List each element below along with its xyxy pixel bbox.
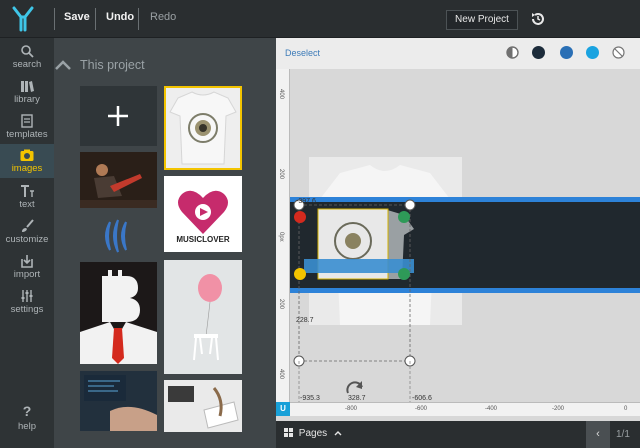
- nav-label: import: [13, 269, 41, 280]
- workspace-toolbar: Deselect: [276, 38, 640, 69]
- guitarist-image: [80, 152, 157, 208]
- nav-label: customize: [5, 234, 49, 245]
- brush-icon: [22, 219, 34, 232]
- nav-item-library[interactable]: library: [0, 75, 54, 109]
- nav-label: templates: [6, 129, 48, 140]
- project-heading-label: This project: [80, 58, 145, 72]
- chevron-up-icon: [55, 60, 71, 70]
- color-swatch[interactable]: [586, 46, 599, 59]
- musiclover-image-thumb[interactable]: MUSICLOVER: [164, 176, 242, 252]
- sliders-icon: [21, 290, 33, 302]
- workspace: Deselect -397.6 228.7 -935.3 328.7 -606.…: [276, 38, 640, 448]
- ruler-label: 400: [278, 89, 284, 100]
- steem-logo-icon: [105, 219, 127, 253]
- app-logo-icon[interactable]: [8, 5, 38, 33]
- nav-item-images[interactable]: images: [0, 144, 59, 178]
- nav-label: search: [12, 59, 42, 70]
- balloon-chair-image-thumb[interactable]: [164, 260, 242, 374]
- toolbar-divider: [95, 8, 96, 30]
- nav-item-search[interactable]: search: [0, 40, 54, 74]
- chevron-left-icon: ‹: [596, 428, 600, 440]
- pages-button[interactable]: Pages: [284, 428, 342, 439]
- nav-label: settings: [10, 304, 44, 315]
- nav-item-templates[interactable]: templates: [0, 110, 54, 144]
- bitcoin-suit-image-thumb[interactable]: [80, 262, 157, 364]
- grid-icon: [284, 428, 293, 437]
- ruler-label: -600: [415, 406, 428, 412]
- handle-label: 328.7: [348, 395, 366, 402]
- ruler-label: 0px: [278, 232, 284, 242]
- musiclover-label: MUSICLOVER: [176, 235, 230, 244]
- ruler-label: 200: [278, 299, 284, 310]
- u-badge[interactable]: U: [276, 402, 290, 416]
- bitcoin-suit-image: [80, 262, 157, 364]
- ruler-label: 400: [278, 369, 284, 380]
- new-project-button[interactable]: New Project: [446, 10, 518, 30]
- pages-bar: Pages ‹ 1/1: [276, 421, 640, 448]
- previous-page-button[interactable]: ‹: [586, 421, 610, 448]
- color-swatch[interactable]: [560, 46, 573, 59]
- nav-item-import[interactable]: import: [0, 250, 54, 284]
- text-icon: [21, 185, 34, 197]
- toolbar-divider: [138, 8, 139, 30]
- undo-button[interactable]: Undo: [106, 11, 134, 23]
- library-icon: [21, 81, 34, 92]
- ruler-label: -400: [485, 406, 498, 412]
- search-icon: [21, 45, 34, 58]
- no-color-icon[interactable]: [612, 46, 625, 59]
- nav-item-settings[interactable]: settings: [0, 285, 54, 319]
- sidebar-nav: search library templates images text cus…: [0, 38, 59, 448]
- images-panel: This project MUSICLOVER: [54, 38, 276, 448]
- horizontal-ruler: -800 -600 -400 -200 0: [290, 402, 640, 416]
- handle-label: -397.6: [296, 198, 316, 205]
- nav-label: library: [14, 94, 40, 105]
- nav-label: help: [18, 421, 36, 432]
- vertical-ruler: 400 200 0px 200 400: [276, 69, 290, 409]
- design-canvas[interactable]: [290, 69, 640, 402]
- nav-item-help[interactable]: ? help: [0, 400, 54, 440]
- toolbar-divider: [54, 8, 55, 30]
- ruler-label: -200: [552, 406, 565, 412]
- project-heading[interactable]: This project: [55, 58, 145, 72]
- laptop-image-thumb[interactable]: [80, 371, 157, 431]
- nav-label: text: [19, 199, 35, 210]
- desk-image-thumb[interactable]: [164, 380, 242, 432]
- redo-button[interactable]: Redo: [150, 11, 176, 23]
- page-indicator: 1/1: [616, 429, 630, 440]
- handle-label: -606.6: [412, 395, 432, 402]
- ruler-label: -800: [345, 406, 358, 412]
- history-icon[interactable]: [530, 11, 546, 27]
- pages-label: Pages: [298, 428, 328, 439]
- nav-item-text[interactable]: text: [0, 180, 54, 214]
- deselect-button[interactable]: Deselect: [285, 48, 320, 58]
- steem-logo-thumb[interactable]: [80, 214, 157, 258]
- nav-label: images: [11, 163, 43, 174]
- guitarist-image-thumb[interactable]: [80, 152, 157, 208]
- tshirt-image: [169, 91, 237, 165]
- balloon-chair-image: [164, 260, 242, 374]
- camera-icon: [20, 149, 34, 161]
- laptop-image: [80, 371, 157, 431]
- add-image-button[interactable]: [80, 86, 157, 146]
- import-icon: [21, 255, 33, 268]
- tshirt-image-thumb[interactable]: [164, 86, 242, 170]
- nav-item-customize[interactable]: customize: [0, 215, 54, 249]
- plus-icon: [108, 106, 128, 126]
- color-swatch[interactable]: [532, 46, 545, 59]
- handle-label: -935.3: [300, 395, 320, 402]
- top-bar: Save Undo Redo New Project: [0, 0, 640, 38]
- handle-label: 228.7: [296, 317, 314, 324]
- ruler-label: 0: [624, 406, 628, 412]
- help-icon: ?: [22, 403, 32, 419]
- desk-image: [164, 380, 242, 432]
- save-button[interactable]: Save: [64, 11, 90, 23]
- contrast-icon[interactable]: [506, 46, 519, 59]
- ruler-label: 200: [278, 169, 284, 180]
- templates-icon: [21, 114, 33, 128]
- chevron-up-icon: [334, 431, 342, 436]
